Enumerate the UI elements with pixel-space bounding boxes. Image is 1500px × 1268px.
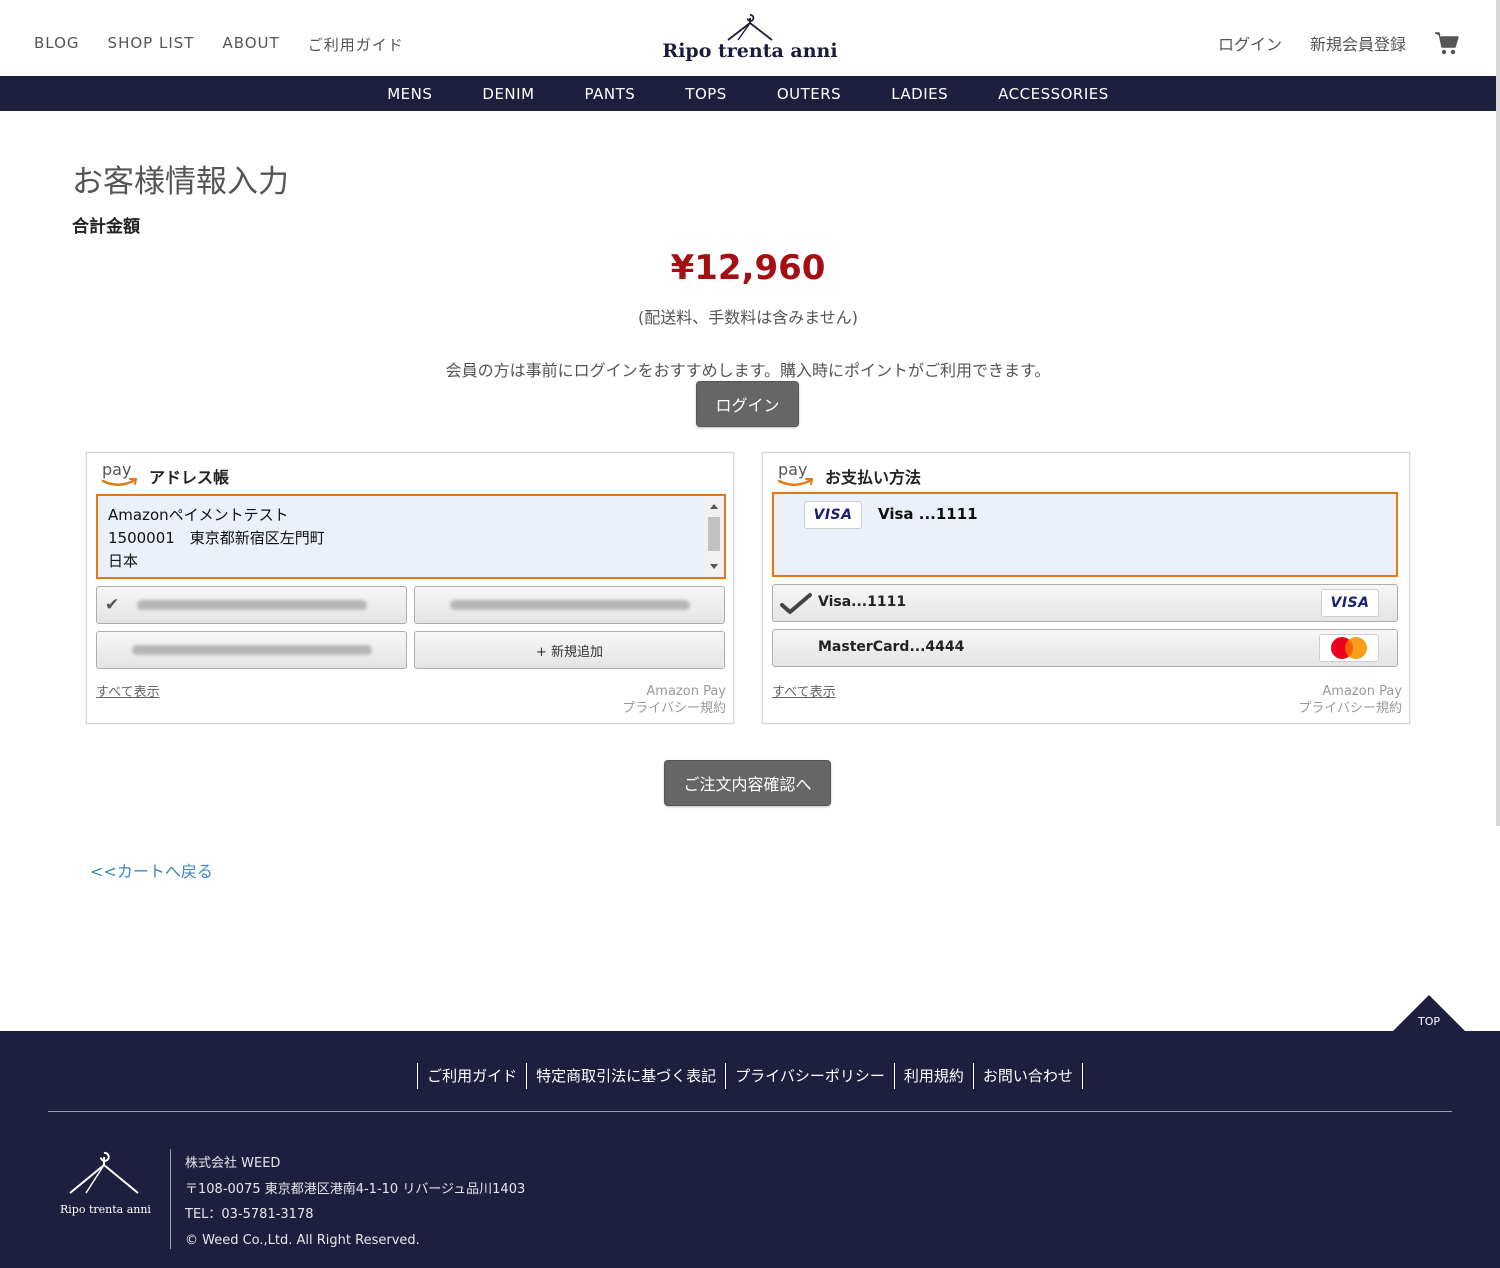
confirm-order-button[interactable]: ご注文内容確認へ — [664, 760, 831, 806]
header-register-link[interactable]: 新規会員登録 — [1310, 31, 1406, 55]
footer-link-guide[interactable]: ご利用ガイド — [417, 1063, 526, 1089]
address-line-street: 1500001 東京都新宿区左門町 — [108, 529, 325, 547]
site-header: BLOG SHOP LIST ABOUT ご利用ガイド Ripo trenta … — [0, 0, 1500, 76]
amazon-payment-widget: pay お支払い方法 VISA Visa ...1111 Visa...1111… — [762, 452, 1410, 724]
nav-guide[interactable]: ご利用ガイド — [308, 34, 404, 55]
footer-link-legal[interactable]: 特定商取引法に基づく表記 — [526, 1063, 725, 1089]
payment-privacy-link[interactable]: プライバシー規約 — [1298, 701, 1402, 716]
total-note: (配送料、手数料は含みません) — [637, 308, 858, 327]
footer-logo[interactable]: Ripo trenta anni — [60, 1149, 151, 1216]
back-to-top-label: TOP — [1417, 1015, 1440, 1028]
payment-show-all-link[interactable]: すべて表示 — [772, 681, 836, 700]
footer-logo-text: Ripo trenta anni — [60, 1203, 151, 1216]
back-to-cart-link[interactable]: <<カートへ戻る — [90, 858, 213, 882]
payment-option-visa[interactable]: Visa...1111 VISA — [772, 584, 1398, 622]
address-widget-title: アドレス帳 — [149, 468, 230, 487]
blurred-address — [131, 645, 372, 655]
user-nav: ログイン 新規会員登録 — [1190, 30, 1460, 56]
amazon-pay-brand: Amazon Pay — [1322, 684, 1402, 699]
scroll-down-icon[interactable] — [710, 564, 718, 569]
nav-blog[interactable]: BLOG — [34, 34, 80, 55]
address-option[interactable]: ✔ — [96, 586, 407, 624]
company-address: 〒108-0075 東京都港区港南4-1-10 リバージュ品川1403 — [185, 1181, 526, 1197]
amazon-pay-brand: Amazon Pay — [646, 684, 726, 699]
cart-icon[interactable] — [1434, 30, 1460, 56]
address-option[interactable] — [414, 586, 725, 624]
category-tops[interactable]: TOPS — [685, 85, 727, 103]
top-nav: BLOG SHOP LIST ABOUT ご利用ガイド — [34, 34, 432, 55]
category-mens[interactable]: MENS — [387, 85, 432, 103]
address-widget-header: pay アドレス帳 — [99, 459, 229, 489]
category-ladies[interactable]: LADIES — [891, 85, 948, 103]
footer-link-contact[interactable]: お問い合わせ — [972, 1063, 1083, 1089]
category-nav: MENS DENIM PANTS TOPS OUTERS LADIES ACCE… — [0, 76, 1496, 111]
selected-payment[interactable]: VISA Visa ...1111 — [772, 492, 1398, 577]
logo-text: Ripo trenta anni — [662, 40, 838, 62]
company-info: 株式会社 WEED 〒108-0075 東京都港区港南4-1-10 リバージュ品… — [185, 1151, 525, 1253]
site-footer: ご利用ガイド 特定商取引法に基づく表記 プライバシーポリシー 利用規約 お問い合… — [0, 1031, 1500, 1268]
address-privacy-link[interactable]: プライバシー規約 — [622, 701, 726, 716]
payment-option-label: Visa...1111 — [818, 594, 907, 610]
company-tel: TEL：03-5781-3178 — [185, 1207, 314, 1222]
visa-icon: VISA — [1321, 589, 1379, 617]
address-line-country: 日本 — [108, 552, 139, 570]
blurred-address — [449, 600, 690, 610]
footer-divider — [48, 1111, 1452, 1112]
category-outers[interactable]: OUTERS — [777, 85, 841, 103]
login-note: 会員の方は事前にログインをおすすめします。購入時にポイントがご利用できます。 — [445, 361, 1051, 380]
payment-option-label: MasterCard...4444 — [818, 639, 965, 655]
selected-address[interactable]: Amazonペイメントテスト 1500001 東京都新宿区左門町 日本 — [96, 494, 726, 579]
blurred-address — [136, 600, 367, 610]
hanger-logo-icon — [69, 1151, 139, 1194]
footer-link-privacy[interactable]: プライバシーポリシー — [725, 1063, 894, 1089]
address-option[interactable] — [96, 631, 407, 669]
address-lines: Amazonペイメントテスト 1500001 東京都新宿区左門町 日本 — [108, 504, 325, 573]
scroll-up-icon[interactable] — [710, 504, 718, 509]
scroll-thumb[interactable] — [708, 517, 720, 551]
address-privacy-block: Amazon Pay プライバシー規約 — [622, 683, 726, 717]
payment-widget-title: お支払い方法 — [825, 468, 922, 487]
check-icon: ✔ — [105, 595, 120, 615]
category-accessories[interactable]: ACCESSORIES — [998, 85, 1109, 103]
payment-option-mastercard[interactable]: MasterCard...4444 — [772, 629, 1398, 667]
address-scrollbar[interactable] — [705, 497, 723, 576]
total-label: 合計金額 — [72, 217, 140, 237]
svg-text:pay: pay — [102, 460, 131, 479]
site-logo[interactable]: Ripo trenta anni — [660, 12, 840, 68]
payment-privacy-block: Amazon Pay プライバシー規約 — [1298, 683, 1402, 717]
category-denim[interactable]: DENIM — [482, 85, 534, 103]
nav-about[interactable]: ABOUT — [222, 34, 279, 55]
visa-icon: VISA — [804, 501, 862, 529]
selected-payment-label: Visa ...1111 — [878, 505, 978, 523]
footer-vertical-divider — [170, 1149, 171, 1249]
company-name: 株式会社 WEED — [185, 1156, 281, 1171]
checkmark-icon — [780, 593, 812, 614]
amazon-address-widget: pay アドレス帳 Amazonペイメントテスト 1500001 東京都新宿区左… — [86, 452, 734, 724]
login-button[interactable]: ログイン — [696, 381, 799, 427]
amazon-pay-icon: pay — [101, 460, 138, 486]
footer-links: ご利用ガイド 特定商取引法に基づく表記 プライバシーポリシー 利用規約 お問い合… — [0, 1063, 1500, 1089]
hanger-logo-icon — [727, 14, 773, 41]
back-to-top-button[interactable]: TOP — [1392, 995, 1466, 1032]
header-login-link[interactable]: ログイン — [1218, 31, 1282, 55]
copyright: © Weed Co.,Ltd. All Right Reserved. — [185, 1232, 420, 1248]
footer-link-terms[interactable]: 利用規約 — [893, 1063, 973, 1089]
mastercard-icon — [1319, 634, 1379, 662]
total-amount: ¥12,960 — [670, 248, 826, 288]
payment-widget-header: pay お支払い方法 — [775, 459, 921, 489]
address-show-all-link[interactable]: すべて表示 — [96, 681, 160, 700]
page-title: お客様情報入力 — [72, 164, 289, 200]
category-pants[interactable]: PANTS — [585, 85, 636, 103]
address-line-name: Amazonペイメントテスト — [108, 506, 289, 524]
amazon-pay-icon: pay — [777, 460, 814, 486]
nav-shop-list[interactable]: SHOP LIST — [108, 34, 195, 55]
page-scrollbar[interactable] — [1496, 0, 1500, 826]
add-address-button[interactable]: + 新規追加 — [414, 631, 725, 669]
svg-text:pay: pay — [778, 460, 807, 479]
